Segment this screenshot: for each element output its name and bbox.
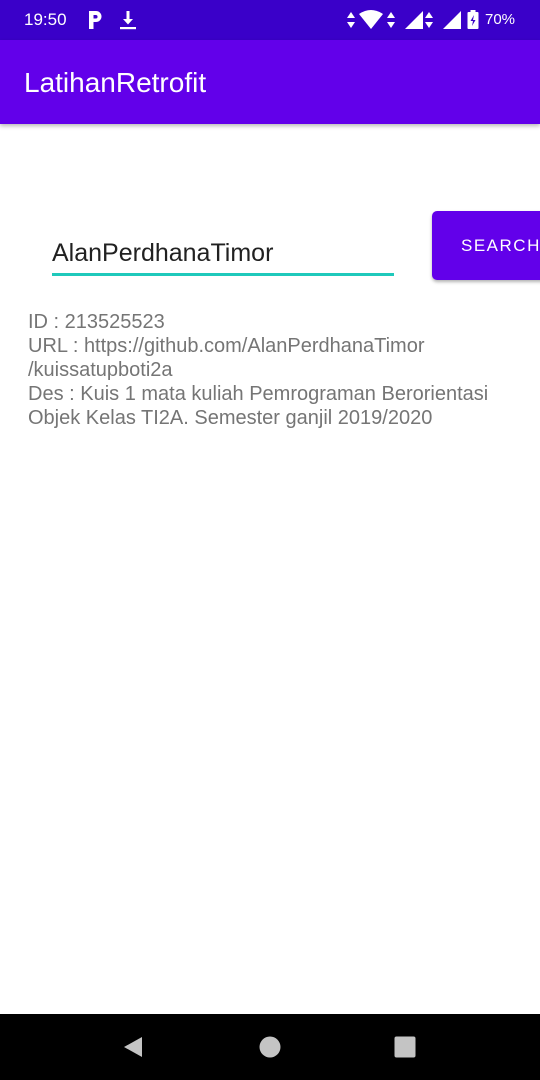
back-icon[interactable] — [121, 1035, 145, 1059]
battery-charging-icon — [467, 10, 479, 29]
search-button[interactable]: SEARCH — [432, 211, 540, 280]
recents-icon[interactable] — [393, 1035, 417, 1059]
signal-icon — [443, 11, 461, 29]
navigation-bar — [0, 1014, 540, 1080]
signal-icon — [405, 11, 423, 29]
app-title: LatihanRetrofit — [24, 67, 207, 98]
result-description-line: Des : Kuis 1 mata kuliah Pemrograman Ber… — [28, 383, 489, 405]
search-input[interactable] — [52, 234, 394, 276]
download-icon — [120, 11, 136, 30]
data-arrows-icon — [347, 12, 355, 28]
result-description-continuation-line: Objek Kelas TI2A. Semester ganjil 2019/2… — [28, 407, 433, 429]
status-bar: 19:50 70% — [0, 0, 540, 40]
result-url-line: URL : https://github.com/AlanPerdhanaTim… — [28, 335, 425, 357]
result-text: ID : 213525523 URL : https://github.com/… — [28, 310, 518, 430]
result-url-continuation-line: /kuissatupboti2a — [28, 359, 173, 381]
battery-percentage: 70% — [485, 11, 516, 28]
data-arrows-icon — [387, 12, 395, 28]
status-time: 19:50 — [24, 10, 67, 29]
wifi-icon — [359, 10, 383, 29]
app-bar: LatihanRetrofit — [0, 40, 540, 124]
data-arrows-icon — [425, 12, 433, 28]
home-icon[interactable] — [258, 1035, 282, 1059]
result-id-line: ID : 213525523 — [28, 311, 165, 333]
parking-icon — [89, 11, 102, 29]
